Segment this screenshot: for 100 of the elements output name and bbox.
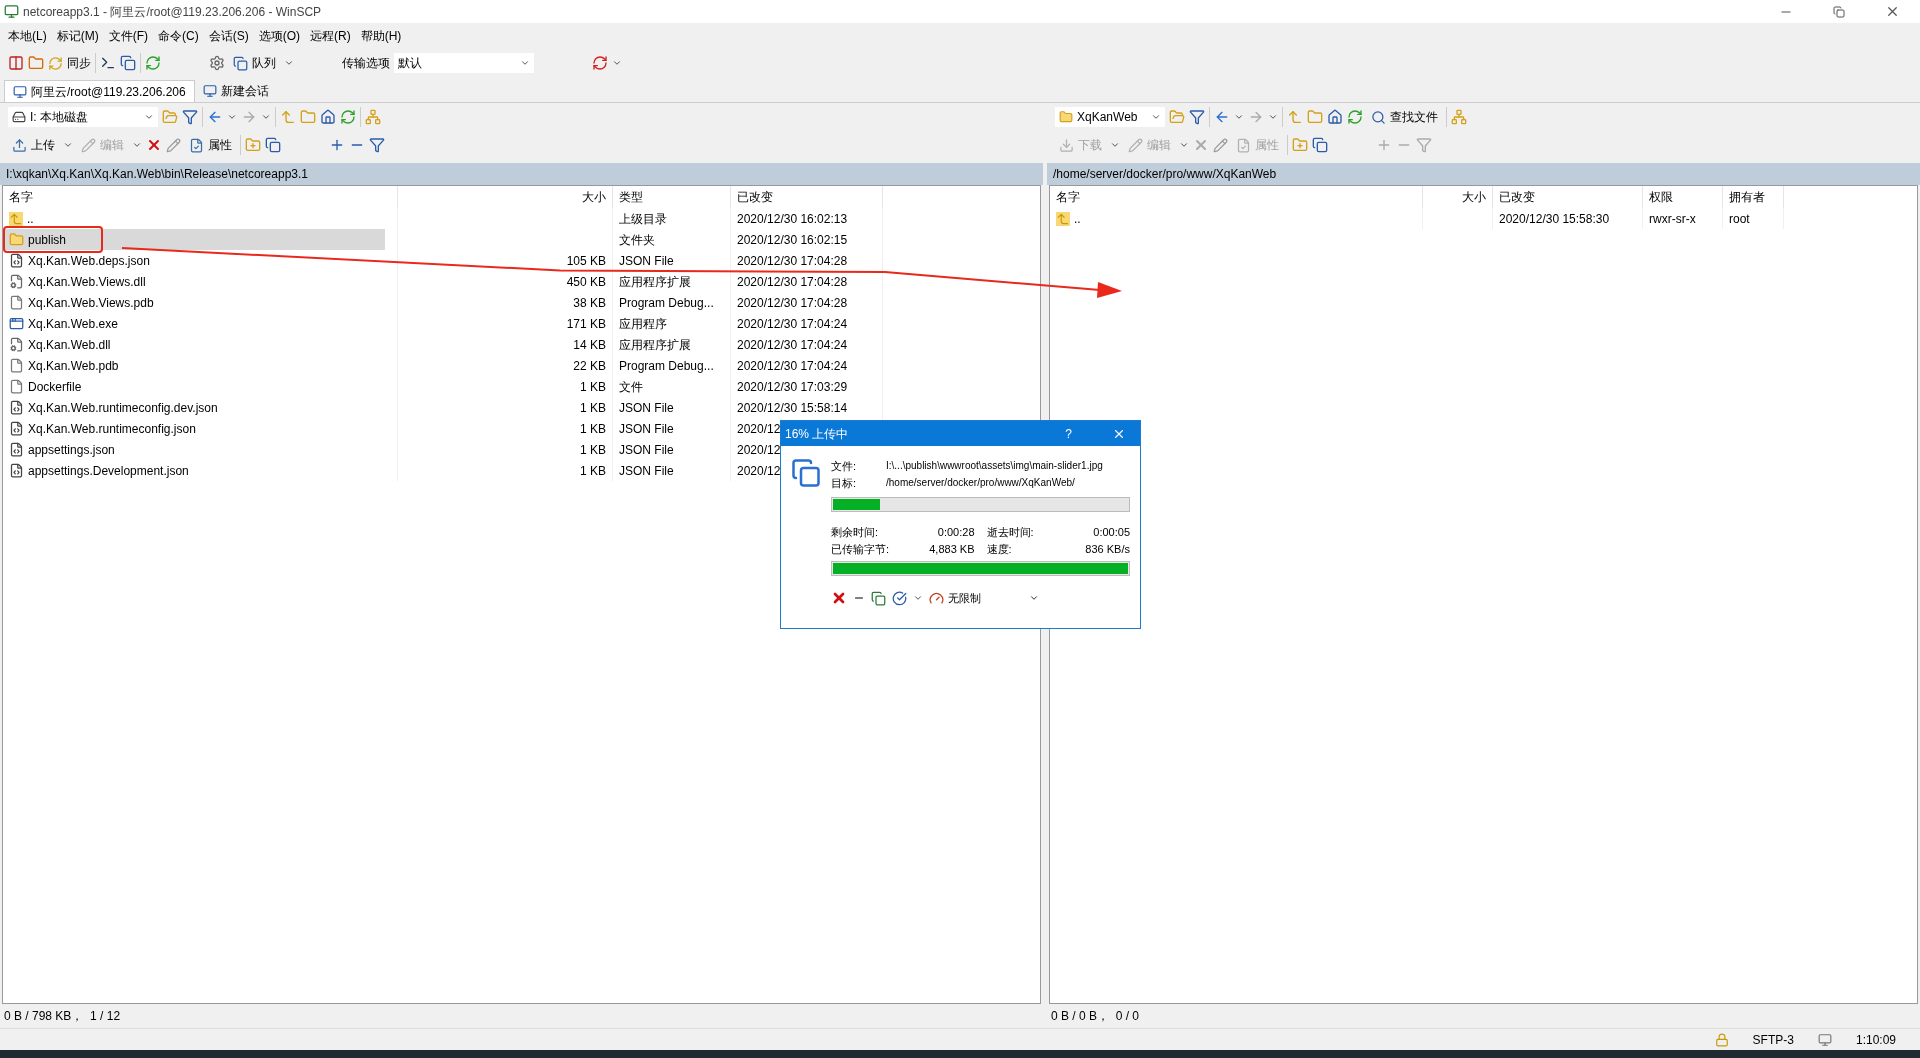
- drive-dropdown[interactable]: I: 本地磁盘: [8, 107, 158, 127]
- file-name-cell[interactable]: Xq.Kan.Web.deps.json: [3, 250, 385, 271]
- caret-icon[interactable]: [612, 58, 622, 68]
- file-name-cell[interactable]: Xq.Kan.Web.runtimeconfig.dev.json: [3, 397, 385, 418]
- file-name-cell[interactable]: publish: [3, 229, 385, 250]
- menu-item[interactable]: 本地(L): [8, 26, 47, 45]
- table-cell-text: Program Debug...: [619, 294, 714, 312]
- close-icon[interactable]: [1885, 4, 1900, 19]
- caret-icon[interactable]: [132, 140, 142, 150]
- column-header[interactable]: 类型: [613, 186, 731, 208]
- forward-icon[interactable]: [241, 109, 257, 125]
- terminal-icon[interactable]: [100, 55, 116, 71]
- file-name-cell[interactable]: Xq.Kan.Web.Views.dll: [3, 271, 385, 292]
- column-header[interactable]: 名字: [1050, 186, 1423, 208]
- table-cell-text: JSON File: [619, 252, 674, 270]
- back-icon[interactable]: [1214, 109, 1230, 125]
- file-name-cell[interactable]: Dockerfile: [3, 376, 385, 397]
- refresh-icon[interactable]: [340, 109, 356, 125]
- sync-button[interactable]: 同步: [48, 54, 91, 72]
- column-header[interactable]: 大小: [398, 186, 613, 208]
- menu-item[interactable]: 命令(C): [158, 26, 199, 45]
- tree-icon[interactable]: [365, 109, 381, 125]
- column-header[interactable]: 名字: [3, 186, 398, 208]
- caret-icon[interactable]: [1268, 112, 1278, 122]
- queue-button[interactable]: 队列: [229, 54, 280, 72]
- upload-button[interactable]: 上传: [8, 134, 59, 156]
- caret-icon[interactable]: [63, 140, 73, 150]
- filter-icon[interactable]: [1189, 109, 1205, 125]
- parent-folder-icon[interactable]: [280, 109, 296, 125]
- caret-icon[interactable]: [144, 112, 154, 122]
- refresh-icon[interactable]: [145, 55, 161, 71]
- table-cell-text: JSON File: [619, 420, 674, 438]
- menu-item[interactable]: 会话(S): [208, 26, 249, 45]
- table-cell-text: 2020/12: [737, 462, 781, 480]
- forward-icon[interactable]: [1248, 109, 1264, 125]
- find-files-button[interactable]: 查找文件: [1367, 108, 1442, 126]
- properties-icon: [1236, 137, 1251, 153]
- file-name-cell[interactable]: Xq.Kan.Web.Views.pdb: [3, 292, 385, 313]
- file-name-cell[interactable]: ..: [1050, 208, 1410, 229]
- back-icon[interactable]: [207, 109, 223, 125]
- file-name-cell[interactable]: Xq.Kan.Web.runtimeconfig.json: [3, 418, 385, 439]
- home-icon[interactable]: [320, 109, 336, 125]
- column-header[interactable]: 大小: [1423, 186, 1493, 208]
- folder-dropdown[interactable]: XqKanWeb: [1055, 107, 1165, 127]
- menu-item[interactable]: 选项(O): [258, 26, 300, 45]
- refresh-icon[interactable]: [1347, 109, 1363, 125]
- caret-icon[interactable]: [261, 112, 271, 122]
- delete-icon[interactable]: [146, 137, 162, 153]
- compare-icon[interactable]: [8, 55, 24, 71]
- transfer-options-dropdown[interactable]: 默认: [394, 53, 534, 73]
- rename-icon[interactable]: [1213, 137, 1228, 153]
- filter-icon[interactable]: [182, 109, 198, 125]
- filter-icon[interactable]: [369, 137, 385, 153]
- menu-item[interactable]: 帮助(H): [360, 26, 402, 45]
- table-cell-text: 应用程序: [619, 315, 667, 333]
- table-cell-text: 2020/12/30 15:58:30: [1499, 210, 1610, 228]
- speed-limit-dropdown[interactable]: 无限制: [929, 590, 1039, 607]
- table-cell-text: 38 KB: [573, 294, 606, 312]
- caret-icon[interactable]: [1179, 140, 1189, 150]
- file-name-cell[interactable]: Xq.Kan.Web.dll: [3, 334, 385, 355]
- column-header[interactable]: 拥有者: [1723, 186, 1784, 208]
- path-bar: /home/server/docker/pro/www/XqKanWeb: [1047, 163, 1920, 185]
- parent-folder-icon[interactable]: [1287, 109, 1303, 125]
- tree-icon[interactable]: [1451, 109, 1467, 125]
- file-name-cell[interactable]: Xq.Kan.Web.exe: [3, 313, 385, 334]
- queue-icon[interactable]: [871, 590, 886, 606]
- select-icon[interactable]: [329, 137, 345, 153]
- column-header[interactable]: 已改变: [1493, 186, 1643, 208]
- menu-item[interactable]: 远程(R): [310, 26, 351, 45]
- library-file-icon: [9, 274, 24, 289]
- file-name-cell[interactable]: appsettings.Development.json: [3, 460, 385, 481]
- caret-icon[interactable]: [1234, 112, 1244, 122]
- settings-icon[interactable]: [209, 55, 225, 71]
- caret-icon[interactable]: [1151, 112, 1161, 122]
- rename-icon[interactable]: [166, 137, 181, 153]
- column-header[interactable]: 权限: [1643, 186, 1723, 208]
- stat-value: 0:00:05: [1093, 525, 1130, 540]
- caret-icon[interactable]: [284, 58, 294, 68]
- restore-icon[interactable]: [1833, 5, 1845, 18]
- edit-icon: [1128, 137, 1143, 153]
- folder-icon[interactable]: [28, 55, 44, 71]
- home-icon[interactable]: [1327, 109, 1343, 125]
- caret-icon[interactable]: [1110, 140, 1120, 150]
- help-button[interactable]: ?: [1065, 424, 1072, 443]
- file-name-cell[interactable]: Xq.Kan.Web.pdb: [3, 355, 385, 376]
- table-cell-text: 应用程序扩展: [619, 336, 691, 354]
- menu-item[interactable]: 标记(M): [56, 26, 99, 45]
- table-cell-text: root: [1729, 210, 1750, 228]
- properties-button[interactable]: 属性: [185, 134, 236, 156]
- delete-icon[interactable]: [1193, 137, 1209, 153]
- caret-icon[interactable]: [227, 112, 237, 122]
- caret-icon[interactable]: [520, 58, 530, 68]
- column-header[interactable]: 已改变: [731, 186, 883, 208]
- session-tab[interactable]: 阿里云/root@119.23.206.206: [4, 80, 195, 102]
- check-icon[interactable]: [892, 590, 907, 606]
- file-name-cell[interactable]: appsettings.json: [3, 439, 385, 460]
- table-cell-text: 171 KB: [566, 315, 606, 333]
- file-name-cell[interactable]: ..: [3, 208, 385, 229]
- menu-item[interactable]: 文件(F): [108, 26, 148, 45]
- reconnect-icon[interactable]: [592, 55, 608, 71]
